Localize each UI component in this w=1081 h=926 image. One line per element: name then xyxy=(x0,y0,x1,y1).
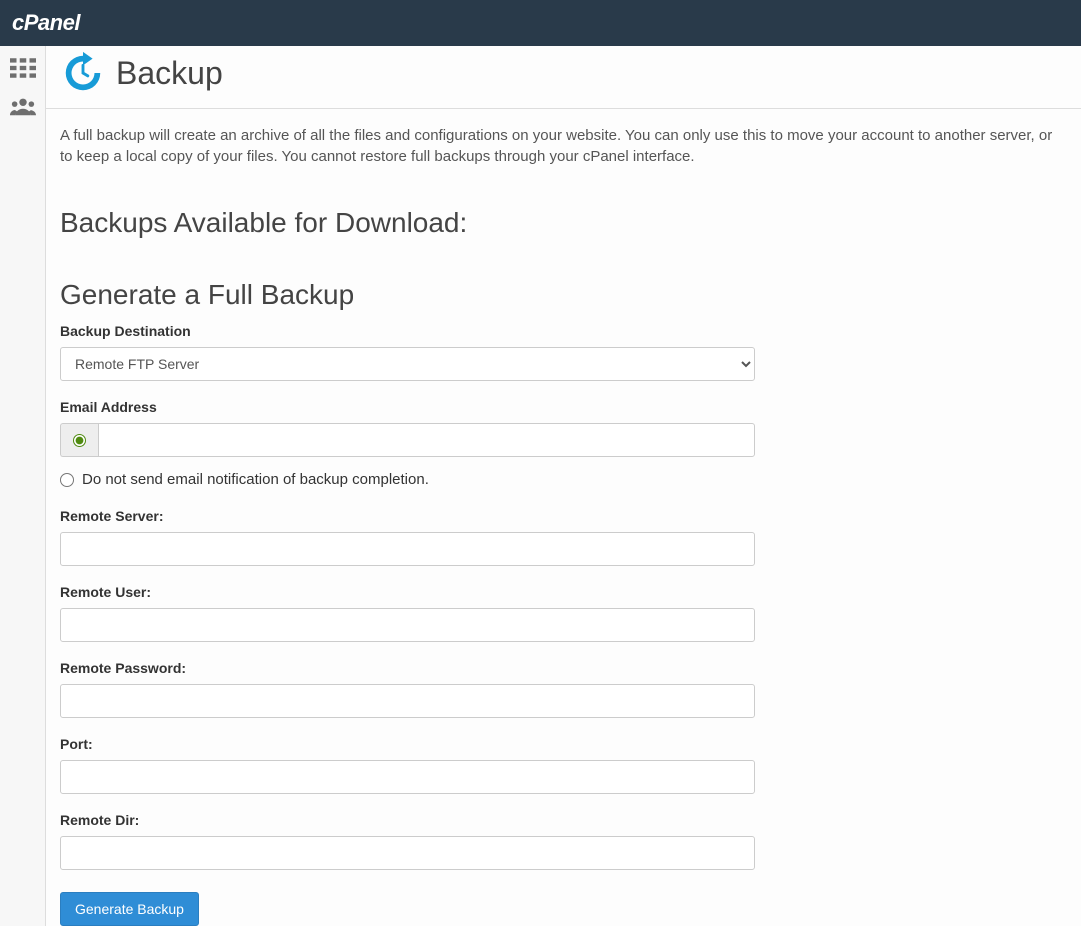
remote-password-input[interactable] xyxy=(60,684,755,718)
remote-password-label: Remote Password: xyxy=(60,660,802,676)
grid-apps-icon[interactable] xyxy=(10,58,36,78)
main-content: Backup A full backup will create an arch… xyxy=(46,46,1081,926)
port-label: Port: xyxy=(60,736,802,752)
email-address-label: Email Address xyxy=(60,399,802,415)
page-header: Backup xyxy=(46,46,1081,109)
sidebar xyxy=(0,46,46,926)
remote-user-input[interactable] xyxy=(60,608,755,642)
remote-server-input[interactable] xyxy=(60,532,755,566)
email-radio-addon xyxy=(60,423,98,457)
backup-clock-icon xyxy=(60,50,106,96)
remote-user-label: Remote User: xyxy=(60,584,802,600)
generate-backup-button[interactable]: Generate Backup xyxy=(60,892,199,926)
send-email-radio[interactable] xyxy=(73,434,86,447)
port-input[interactable] xyxy=(60,760,755,794)
page-description: A full backup will create an archive of … xyxy=(46,109,1081,167)
remote-dir-label: Remote Dir: xyxy=(60,812,802,828)
email-address-input[interactable] xyxy=(98,423,755,457)
no-email-radio-label: Do not send email notification of backup… xyxy=(82,471,429,488)
users-icon[interactable] xyxy=(10,96,36,116)
backup-destination-label: Backup Destination xyxy=(60,323,802,339)
no-email-radio[interactable] xyxy=(60,473,74,487)
remote-server-label: Remote Server: xyxy=(60,508,802,524)
generate-backup-heading: Generate a Full Backup xyxy=(60,279,802,311)
top-bar: cPanel xyxy=(0,0,1081,46)
page-title: Backup xyxy=(116,55,223,92)
backup-destination-select[interactable]: Remote FTP Server xyxy=(60,347,755,381)
remote-dir-input[interactable] xyxy=(60,836,755,870)
brand-logo[interactable]: cPanel xyxy=(12,10,80,36)
available-backups-heading: Backups Available for Download: xyxy=(60,207,802,239)
